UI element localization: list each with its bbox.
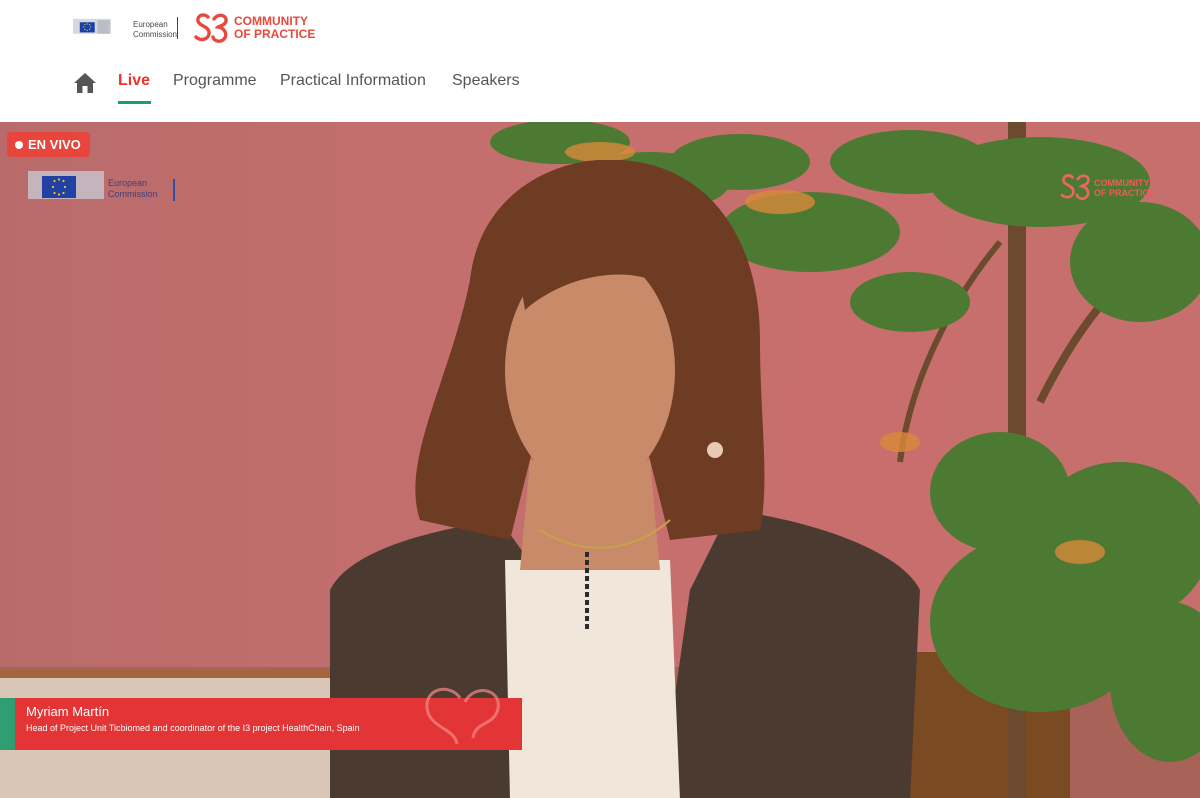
- nav-tab-speakers[interactable]: Speakers: [452, 72, 520, 90]
- s3-watermark-icon: [425, 687, 500, 745]
- home-icon[interactable]: [73, 72, 97, 94]
- overlay-ec-text: European Commission: [108, 178, 158, 199]
- live-badge[interactable]: EN VIVO: [7, 132, 90, 157]
- overlay-ec-divider: [173, 179, 175, 201]
- cop-logo-text: COMMUNITY OF PRACTICE: [234, 14, 316, 41]
- ec-logo-divider: [177, 17, 178, 39]
- speaker-role: Head of Project Unit Ticbiomed and coord…: [26, 723, 360, 733]
- live-video-player[interactable]: EN VIVO European Commission COMMUNITY OF…: [0, 122, 1200, 798]
- overlay-ec-logo: European Commission: [28, 167, 178, 203]
- live-badge-label: EN VIVO: [28, 137, 81, 152]
- speaker-name: Myriam Martín: [26, 704, 110, 719]
- overlay-cop-logo: COMMUNITY OF PRACTICE: [1060, 172, 1170, 206]
- ec-logo-text: European Commission: [133, 20, 178, 39]
- nav-tab-programme[interactable]: Programme: [173, 72, 257, 90]
- speaker-lower-third: Myriam Martín Head of Project Unit Ticbi…: [0, 687, 522, 750]
- nav-tab-practical-information[interactable]: Practical Information: [280, 72, 426, 90]
- live-dot-icon: [15, 141, 23, 149]
- overlay-s3-icon: [1060, 174, 1090, 200]
- site-header: European Commission COMMUNITY OF PRACTIC…: [0, 0, 1200, 122]
- lower-third-accent: [0, 698, 15, 750]
- nav-tab-live[interactable]: Live: [118, 72, 150, 90]
- s3-logo-icon: [194, 13, 228, 43]
- nav-active-underline: [118, 101, 151, 104]
- community-of-practice-logo[interactable]: COMMUNITY OF PRACTICE: [194, 11, 324, 45]
- eu-flag-icon: [73, 18, 111, 34]
- overlay-cop-text: COMMUNITY OF PRACTICE: [1094, 178, 1156, 198]
- european-commission-logo[interactable]: European Commission: [73, 13, 179, 43]
- overlay-eu-flag-icon: [28, 171, 104, 199]
